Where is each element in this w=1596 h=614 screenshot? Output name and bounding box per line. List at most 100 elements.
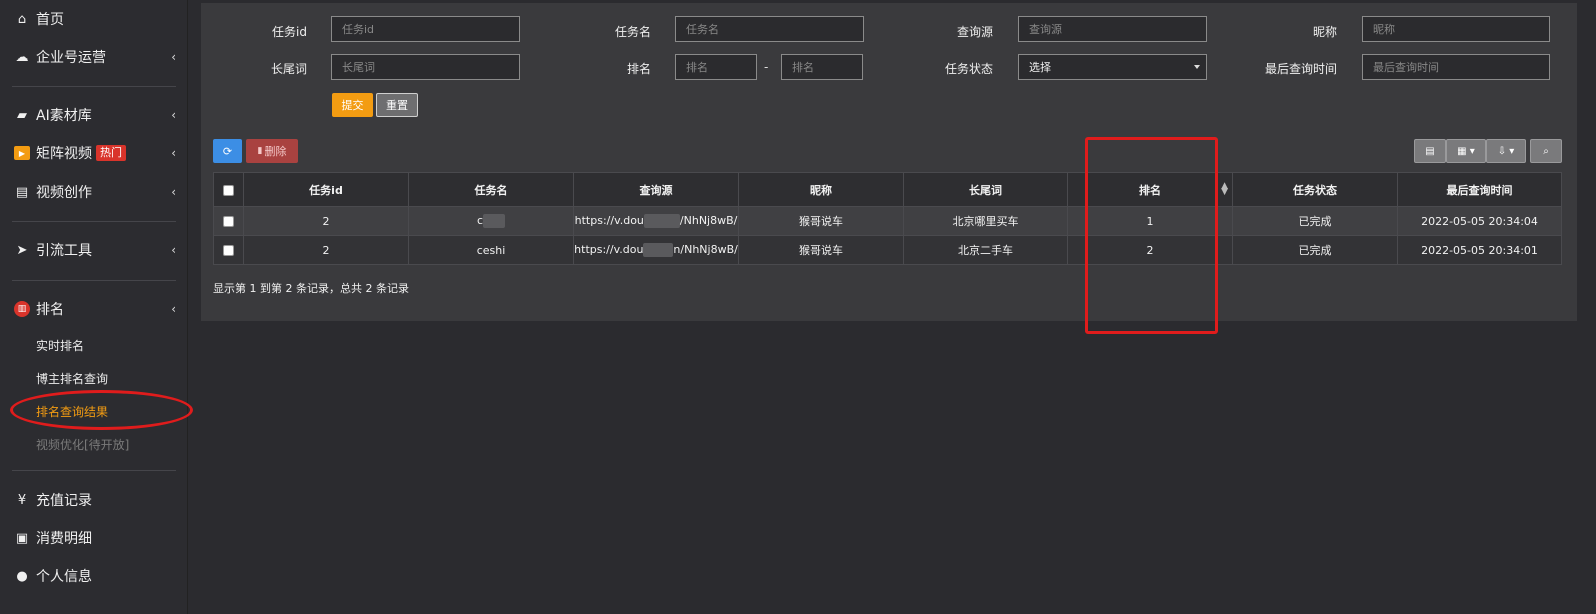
table-row[interactable]: 2 c https://v.dou/NhNj8wB/ 猴哥说车 北京哪里买车 1…: [213, 206, 1562, 236]
list-icon: ▤: [1425, 145, 1435, 157]
delete-button[interactable]: ▮ 删除: [246, 139, 298, 163]
column-header[interactable]: 昵称: [738, 172, 904, 207]
cloud-icon: ☁: [15, 49, 29, 65]
sidebar-item-label: AI素材库: [36, 108, 92, 124]
sidebar-divider: [12, 470, 176, 471]
export-icon: ⇩ ▾: [1497, 145, 1515, 157]
sidebar-item-label: 矩阵视频: [36, 146, 92, 162]
sidebar-item-label: 首页: [36, 12, 64, 28]
chart-icon: ▥: [14, 301, 30, 317]
cell-time: 2022-05-05 20:34:04: [1397, 206, 1562, 236]
send-icon: ➤: [16, 242, 28, 258]
column-header[interactable]: 长尾词: [903, 172, 1068, 207]
cell-task-name: ceshi: [408, 235, 574, 265]
folder-icon: ▰: [17, 107, 27, 123]
annotation-menu-ellipse: [10, 390, 193, 430]
cell-task-id: 2: [243, 206, 409, 236]
sidebar-divider: [12, 86, 176, 87]
columns-button[interactable]: ▦ ▾: [1446, 139, 1486, 163]
task-name-label: 任务名: [614, 25, 651, 39]
sidebar-subitem-video-optimize: 视频优化[待开放]: [36, 438, 130, 452]
chevron-left-icon: ‹: [171, 50, 176, 64]
task-status-value: 选择: [1029, 61, 1051, 74]
pagination-info: 显示第 1 到第 2 条记录，总共 2 条记录: [213, 282, 409, 295]
sidebar-subitem-realtime-rank[interactable]: 实时排名: [36, 337, 84, 354]
submit-button[interactable]: 提交: [332, 93, 373, 117]
sidebar-item-consumption[interactable]: ▣ 消费明细: [0, 519, 188, 557]
row-checkbox[interactable]: [223, 245, 234, 256]
cell-source-prefix: https://v.dou: [574, 243, 644, 256]
hot-badge: 热门: [96, 145, 126, 161]
sidebar-item-enterprise[interactable]: ☁ 企业号运营 ‹: [0, 38, 188, 76]
task-id-label: 任务id: [272, 25, 307, 39]
task-status-label: 任务状态: [944, 62, 993, 76]
sidebar-item-label: 企业号运营: [36, 50, 106, 66]
column-header[interactable]: 查询源: [573, 172, 739, 207]
rank-from-input[interactable]: 排名: [675, 54, 757, 80]
row-checkbox-cell[interactable]: [213, 206, 244, 236]
row-checkbox-cell[interactable]: [213, 235, 244, 265]
refresh-icon: ⟳: [222, 144, 233, 158]
chevron-left-icon: ‹: [171, 108, 176, 122]
task-name-input[interactable]: 任务名: [675, 16, 864, 42]
results-table: 任务id 任务名 查询源 昵称 长尾词 排名 ▲ ▼ 任务状态 最后查询时间 2 …: [213, 172, 1562, 265]
cell-nickname: 猴哥说车: [738, 235, 904, 265]
column-header[interactable]: 最后查询时间: [1397, 172, 1562, 207]
blurred-region: [643, 243, 674, 257]
sidebar-item-home[interactable]: ⌂ 首页: [0, 0, 188, 38]
row-checkbox[interactable]: [223, 216, 234, 227]
sidebar-item-matrix-video[interactable]: ▶ 矩阵视频 热门 ‹: [0, 134, 188, 172]
task-id-input[interactable]: 任务id: [331, 16, 520, 42]
column-header[interactable]: 任务id: [243, 172, 409, 207]
toggle-view-button[interactable]: ▤: [1414, 139, 1446, 163]
sidebar: ⌂ 首页 ☁ 企业号运营 ‹ ▰ AI素材库 ‹ ▶ 矩阵视频 热门 ‹ ▤ 视…: [0, 0, 188, 614]
column-header[interactable]: 任务名: [408, 172, 574, 207]
search-button[interactable]: ⌕: [1530, 139, 1562, 163]
last-query-time-input[interactable]: 最后查询时间: [1362, 54, 1550, 80]
yen-icon: ¥: [17, 492, 27, 508]
sidebar-item-profile[interactable]: ● 个人信息: [0, 557, 188, 595]
sidebar-subitem-blogger-rank[interactable]: 博主排名查询: [36, 370, 108, 387]
delete-label: 删除: [264, 145, 287, 158]
blurred-region: [643, 214, 680, 228]
select-all-cell[interactable]: [213, 172, 244, 207]
sort-icon[interactable]: ▲ ▼: [1221, 182, 1228, 197]
cell-source-prefix: https://v.dou: [574, 214, 644, 227]
column-header[interactable]: 任务状态: [1232, 172, 1398, 207]
sidebar-item-traffic-tools[interactable]: ➤ 引流工具 ‹: [0, 231, 188, 269]
chevron-left-icon: ‹: [171, 302, 176, 316]
long-tail-input[interactable]: 长尾词: [331, 54, 520, 80]
refresh-button[interactable]: ⟳: [213, 139, 242, 163]
video-icon: ▶: [14, 146, 30, 160]
nickname-label: 昵称: [1312, 25, 1337, 39]
export-button[interactable]: ⇩ ▾: [1486, 139, 1526, 163]
select-all-checkbox[interactable]: [223, 184, 234, 196]
cell-task-id: 2: [243, 235, 409, 265]
cell-query-source: https://v.dou n/NhNj8wB/: [573, 235, 739, 265]
last-query-time-label: 最后查询时间: [1264, 62, 1337, 76]
cell-query-source: https://v.dou/NhNj8wB/: [573, 206, 739, 236]
table-row[interactable]: 2 ceshi https://v.dou n/NhNj8wB/ 猴哥说车 北京二…: [213, 235, 1562, 265]
query-source-input[interactable]: 查询源: [1018, 16, 1207, 42]
annotation-rank-column-box: [1085, 137, 1218, 334]
table-header-row: 任务id 任务名 查询源 昵称 长尾词 排名 ▲ ▼ 任务状态 最后查询时间: [213, 172, 1562, 207]
query-source-label: 查询源: [956, 25, 993, 39]
rank-to-input[interactable]: 排名: [781, 54, 863, 80]
sidebar-item-video-creation[interactable]: ▤ 视频创作 ‹: [0, 173, 188, 211]
trash-icon: ▮: [257, 146, 263, 156]
cell-keyword: 北京哪里买车: [903, 206, 1068, 236]
task-status-select[interactable]: 选择: [1018, 54, 1207, 80]
rank-label: 排名: [626, 62, 651, 76]
reset-button[interactable]: 重置: [376, 93, 418, 117]
sidebar-item-ai-library[interactable]: ▰ AI素材库 ‹: [0, 96, 188, 134]
cell-status: 已完成: [1232, 235, 1398, 265]
cell-source-suffix: /NhNj8wB/: [679, 214, 738, 227]
sidebar-item-recharge[interactable]: ¥ 充值记录: [0, 481, 188, 519]
sidebar-item-ranking[interactable]: ▥ 排名 ‹: [0, 290, 188, 328]
main-panel: 任务id 任务id 任务名 任务名 查询源 查询源 昵称 昵称 长尾词 长尾词 …: [201, 3, 1577, 321]
sidebar-item-label: 个人信息: [36, 569, 92, 585]
cell-time: 2022-05-05 20:34:01: [1397, 235, 1562, 265]
cell-status: 已完成: [1232, 206, 1398, 236]
columns-icon: ▦ ▾: [1457, 145, 1475, 157]
nickname-input[interactable]: 昵称: [1362, 16, 1550, 42]
